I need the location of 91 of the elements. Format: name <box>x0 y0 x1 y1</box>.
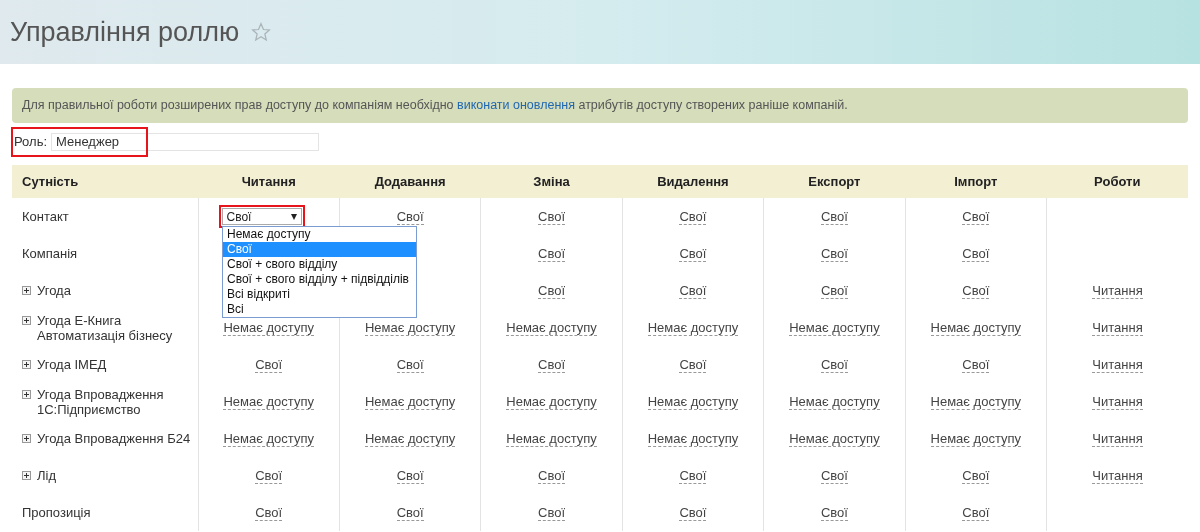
access-link[interactable]: Читання <box>1092 430 1143 447</box>
entity-name: Лід <box>37 468 56 483</box>
access-link[interactable]: Свої <box>962 282 990 299</box>
access-link[interactable]: Свої <box>679 282 707 299</box>
access-link[interactable]: Читання <box>1092 319 1143 336</box>
expand-icon[interactable] <box>22 286 31 295</box>
access-link[interactable]: Свої <box>255 356 283 373</box>
expand-icon[interactable] <box>22 389 31 399</box>
column-header: Додавання <box>339 165 481 198</box>
dropdown-option[interactable]: Свої + свого відділу + підвідділів <box>223 272 416 287</box>
expand-icon[interactable] <box>22 315 31 325</box>
access-link[interactable]: Свої <box>679 467 707 484</box>
access-link[interactable]: Свої <box>820 356 848 373</box>
access-link[interactable]: Свої <box>679 504 707 521</box>
access-link[interactable]: Свої <box>538 467 566 484</box>
access-link[interactable]: Немає доступу <box>364 393 456 410</box>
access-link[interactable]: Свої <box>962 245 990 262</box>
access-link[interactable]: Свої <box>255 504 283 521</box>
access-link[interactable]: Свої <box>538 282 566 299</box>
column-header: Експорт <box>763 165 906 198</box>
expand-icon[interactable] <box>22 471 31 480</box>
column-header: Зміна <box>480 165 623 198</box>
access-link[interactable]: Свої <box>396 208 424 225</box>
entity-name: Угода <box>37 283 71 298</box>
role-field[interactable]: Менеджер <box>51 133 319 151</box>
column-header: Сутність <box>12 165 198 198</box>
dropdown-option[interactable]: Всі відкриті <box>223 287 416 302</box>
dropdown-option[interactable]: Всі <box>223 302 416 317</box>
notice-text: Для правильної роботи розширених прав доступу до компаніям необхідно виконати оновлення атрибутів доступу створених раніше компаній. <box>12 88 1188 123</box>
access-link[interactable]: Свої <box>820 504 848 521</box>
access-link[interactable]: Свої <box>538 504 566 521</box>
access-link[interactable]: Немає доступу <box>930 319 1022 336</box>
access-link[interactable]: Немає доступу <box>364 430 456 447</box>
access-link[interactable]: Немає доступу <box>930 393 1022 410</box>
access-link[interactable]: Немає доступу <box>789 319 880 336</box>
access-link[interactable]: Свої <box>962 504 990 521</box>
access-link[interactable]: Свої <box>396 356 424 373</box>
access-link[interactable]: Читання <box>1092 393 1143 410</box>
entity-name: Угода Впровадження Б24 <box>37 431 191 446</box>
access-link[interactable]: Свої <box>255 467 283 484</box>
access-link[interactable]: Немає доступу <box>506 319 597 336</box>
access-link[interactable]: Свої <box>396 467 424 484</box>
column-header: Читання <box>198 165 340 198</box>
access-link[interactable]: Читання <box>1092 282 1143 299</box>
access-link[interactable]: Свої <box>820 282 848 299</box>
dropdown-option[interactable]: Свої + свого відділу <box>223 257 416 272</box>
role-label: Роль: <box>14 133 47 152</box>
update-link[interactable]: виконати оновлення <box>457 98 575 112</box>
expand-icon[interactable] <box>22 360 31 369</box>
access-link[interactable]: Читання <box>1092 356 1143 373</box>
access-link[interactable]: Немає доступу <box>647 319 739 336</box>
caret-icon <box>290 213 297 220</box>
star-icon[interactable] <box>251 22 272 42</box>
access-link[interactable]: Свої <box>679 208 707 225</box>
access-link[interactable]: Свої <box>962 208 990 225</box>
access-link[interactable]: Немає доступу <box>647 393 739 410</box>
access-link[interactable]: Свої <box>962 467 990 484</box>
access-link[interactable]: Немає доступу <box>223 430 314 447</box>
dropdown-option[interactable]: Немає доступу <box>223 227 416 242</box>
entity-name: Угода Е-Книга Автоматизація бізнесу <box>37 312 174 343</box>
access-link[interactable]: Читання <box>1092 467 1143 484</box>
access-link[interactable]: Немає доступу <box>789 393 880 410</box>
access-link[interactable]: Немає доступу <box>930 430 1022 447</box>
access-link[interactable]: Немає доступу <box>789 430 880 447</box>
access-link[interactable]: Свої <box>538 356 566 373</box>
entity-name: Контакт <box>22 209 69 224</box>
expand-icon[interactable] <box>22 434 31 443</box>
entity-name: Пропозиція <box>22 505 91 520</box>
access-link[interactable]: Немає доступу <box>506 393 597 410</box>
access-link[interactable]: Немає доступу <box>506 430 597 447</box>
access-select[interactable]: Свої <box>221 208 302 225</box>
access-link[interactable]: Свої <box>962 356 990 373</box>
access-link[interactable]: Свої <box>679 356 707 373</box>
access-link[interactable]: Немає доступу <box>223 319 314 336</box>
access-link[interactable]: Немає доступу <box>223 393 314 410</box>
access-link[interactable]: Свої <box>679 245 707 262</box>
column-header: Імпорт <box>905 165 1047 198</box>
access-link[interactable]: Свої <box>396 504 424 521</box>
access-link[interactable]: Свої <box>820 245 848 262</box>
access-link[interactable]: Свої <box>820 208 848 225</box>
entity-name: Компанія <box>22 246 78 261</box>
entity-name: Угода Впровадження 1С:Підприємство <box>37 386 165 417</box>
access-link[interactable]: Немає доступу <box>647 430 739 447</box>
access-link[interactable]: Свої <box>538 245 566 262</box>
access-link[interactable]: Свої <box>538 208 566 225</box>
page-title: Управління роллю <box>10 15 240 49</box>
access-link[interactable]: Немає доступу <box>364 319 456 336</box>
column-header: Роботи <box>1046 165 1188 198</box>
access-link[interactable]: Свої <box>820 467 848 484</box>
entity-name: Угода IMЕД <box>37 357 107 372</box>
column-header: Видалення <box>622 165 764 198</box>
